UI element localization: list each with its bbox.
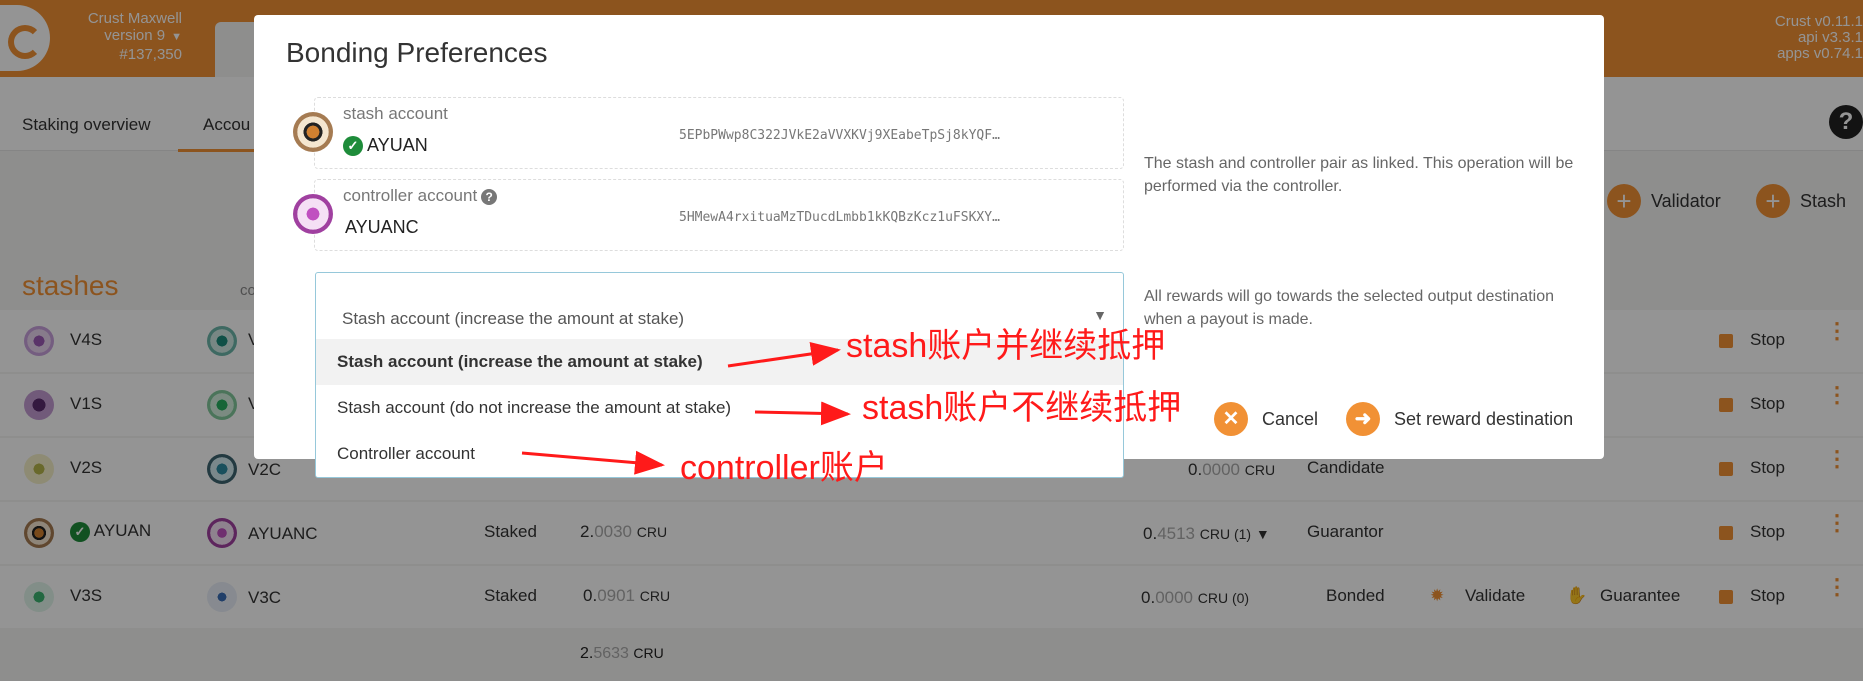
annotation-arrow: [727, 342, 841, 368]
annotation-label: stash账户并继续抵押: [846, 327, 1166, 365]
annotation-label: controller账户: [680, 449, 888, 487]
annotation-arrow: [754, 401, 851, 426]
annotation-label: stash账户不继续抵押: [862, 389, 1182, 427]
annotation-arrow: [521, 450, 665, 475]
